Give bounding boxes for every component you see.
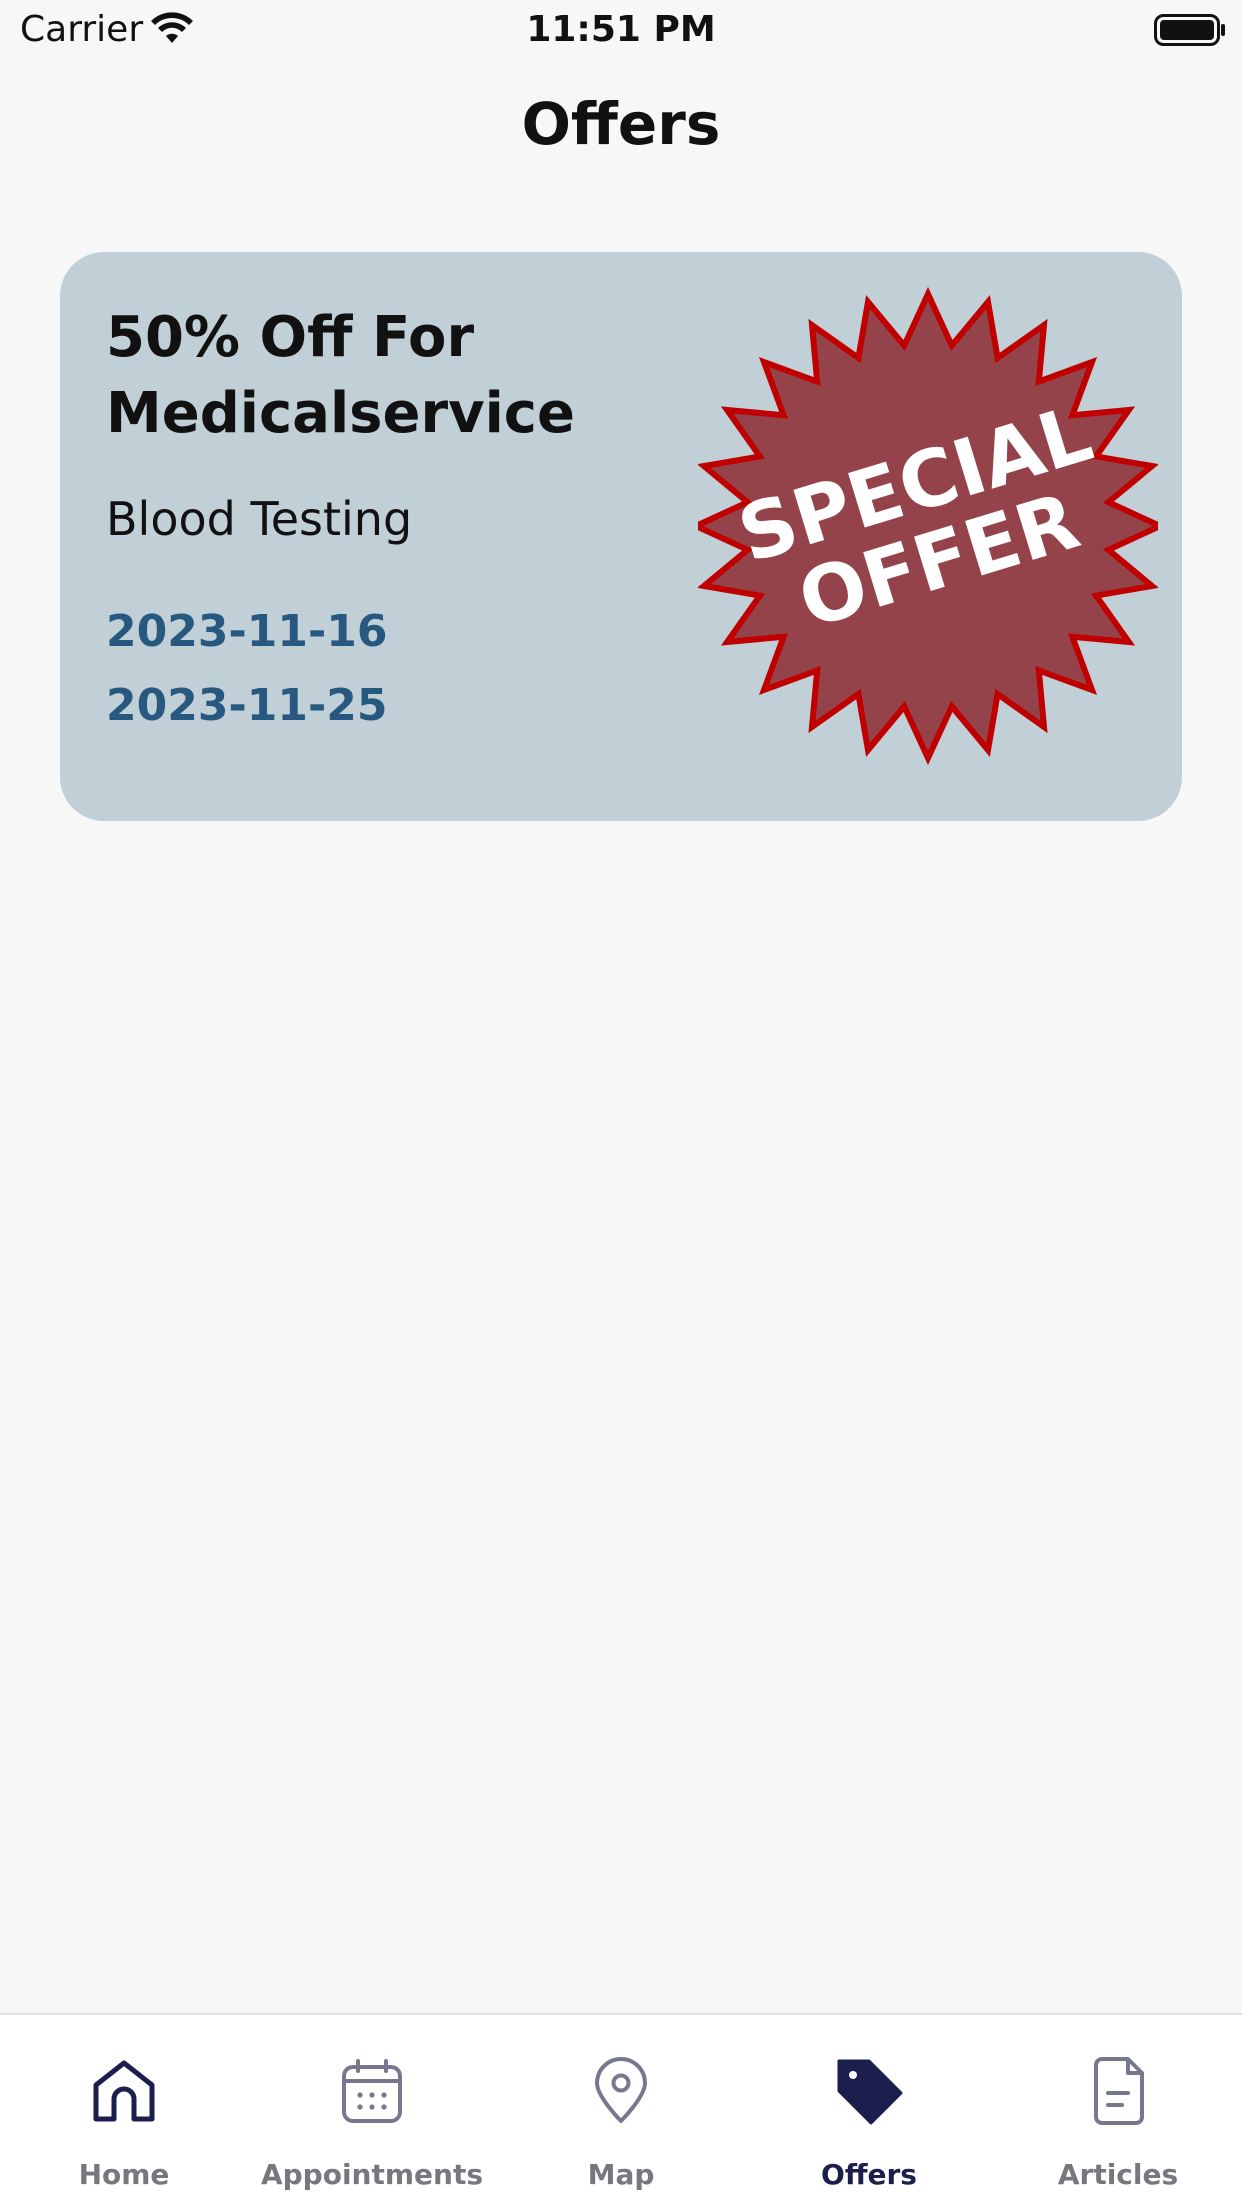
offer-card[interactable]: 50% Off For Medicalservice Blood Testing… — [60, 252, 1182, 821]
home-icon — [93, 2060, 155, 2122]
offer-start-date: 2023-11-16 — [106, 606, 388, 657]
status-bar: Carrier 11:51 PM — [0, 0, 1242, 62]
map-pin-icon — [595, 2057, 647, 2123]
battery-icon — [1154, 14, 1225, 46]
status-time: 11:51 PM — [526, 9, 716, 50]
tab-articles[interactable]: Articles — [994, 2015, 1242, 2210]
tab-appointments[interactable]: Appointments — [248, 2015, 496, 2210]
tab-label-articles: Articles — [1057, 2158, 1179, 2191]
calendar-icon — [342, 2059, 402, 2123]
special-offer-badge: SPECIAL OFFER — [698, 286, 1158, 766]
tab-offers[interactable]: Offers — [745, 2015, 993, 2210]
tab-bar: Home Appointments Map Offers Articles — [0, 2013, 1242, 2210]
tag-icon — [837, 2059, 903, 2125]
offer-end-date: 2023-11-25 — [106, 680, 388, 731]
tab-label-offers: Offers — [821, 2158, 917, 2191]
tab-map[interactable]: Map — [497, 2015, 745, 2210]
offer-title: 50% Off For Medicalservice — [106, 305, 575, 446]
page-title: Offers — [521, 90, 721, 158]
tab-label-appointments: Appointments — [260, 2158, 484, 2191]
tab-label-home: Home — [78, 2158, 170, 2191]
offer-service: Blood Testing — [106, 492, 413, 546]
tab-label-map: Map — [587, 2158, 655, 2191]
tab-home[interactable]: Home — [0, 2015, 248, 2210]
document-icon — [1094, 2057, 1144, 2125]
